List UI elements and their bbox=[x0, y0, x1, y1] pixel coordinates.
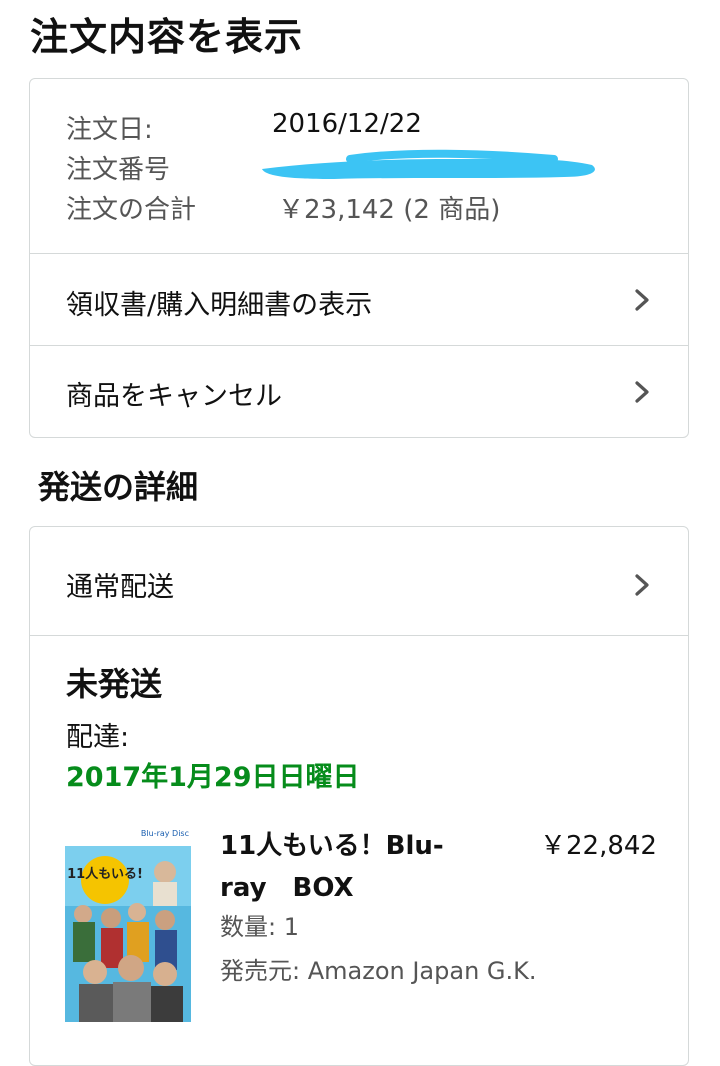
product-image[interactable]: Blu-ray Disc 11人もいる! bbox=[65, 822, 191, 1022]
cancel-items-link[interactable]: 商品をキャンセル bbox=[30, 345, 688, 437]
order-date-value: 2016/12/22 bbox=[272, 109, 422, 139]
shipment-status: 未発送 bbox=[66, 665, 163, 703]
order-summary-card: 注文日: 2016/12/22 注文番号 注文の合計 ￥23,142 (2 商品… bbox=[29, 78, 689, 438]
shipping-method-link[interactable]: 通常配送 bbox=[30, 527, 688, 635]
product-seller: 発売元: Amazon Japan G.K. bbox=[220, 957, 537, 985]
product-price: ￥22,842 bbox=[540, 831, 657, 861]
redaction-scribble bbox=[262, 149, 595, 179]
page-title: 注文内容を表示 bbox=[30, 15, 304, 59]
order-total-value: ￥23,142 (2 商品) bbox=[278, 195, 501, 225]
delivery-label: 配達: bbox=[66, 722, 130, 753]
cover-title-text: 11人もいる! bbox=[67, 866, 143, 882]
chevron-right-icon bbox=[635, 381, 649, 403]
order-number-label: 注文番号 bbox=[66, 155, 171, 185]
product-quantity: 数量: 1 bbox=[220, 913, 299, 941]
view-receipt-link[interactable]: 領収書/購入明細書の表示 bbox=[30, 253, 688, 345]
product-title-link[interactable]: 11人もいる！Blu- ray BOX bbox=[220, 825, 510, 909]
divider bbox=[30, 635, 688, 636]
shipping-section-title: 発送の詳細 bbox=[38, 468, 199, 506]
order-total-label: 注文の合計 bbox=[66, 195, 197, 225]
shipment-card: 通常配送 未発送 配達: 2017年1月29日日曜日 Blu-ray Disc … bbox=[29, 526, 689, 1066]
shipping-method-label: 通常配送 bbox=[66, 572, 174, 603]
product-title-line1: 11人もいる！Blu- bbox=[220, 831, 444, 861]
bluray-badge: Blu-ray Disc bbox=[141, 829, 189, 838]
chevron-right-icon bbox=[635, 289, 649, 311]
chevron-right-icon bbox=[635, 574, 649, 596]
product-title-line2: ray BOX bbox=[220, 873, 354, 903]
order-date-label: 注文日: bbox=[66, 115, 153, 145]
view-receipt-label: 領収書/購入明細書の表示 bbox=[66, 290, 373, 321]
order-info-block: 注文日: 2016/12/22 注文番号 注文の合計 ￥23,142 (2 商品… bbox=[30, 79, 688, 253]
delivery-date: 2017年1月29日日曜日 bbox=[66, 762, 360, 793]
cancel-items-label: 商品をキャンセル bbox=[66, 381, 282, 412]
